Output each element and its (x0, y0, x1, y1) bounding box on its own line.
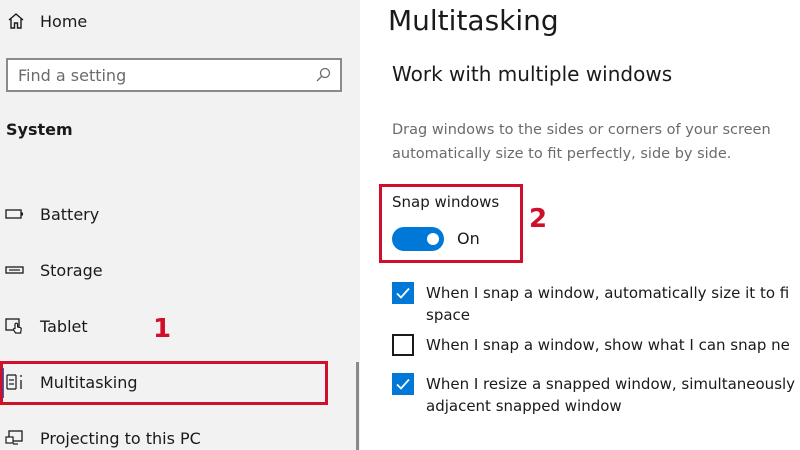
description-line: automatically size to fit perfectly, sid… (392, 146, 732, 162)
description-line: Drag windows to the sides or corners of … (392, 122, 771, 138)
option-auto-size[interactable]: When I snap a window, automatically size… (392, 282, 789, 326)
sidebar-item-label: Battery (40, 204, 100, 224)
sidebar-item-label: Tablet (40, 316, 88, 336)
snap-windows-toggle[interactable] (392, 227, 444, 251)
annotation-number-1: 1 (153, 314, 172, 344)
sidebar-item-storage[interactable]: Storage (0, 250, 330, 290)
snap-windows-label: Snap windows (392, 193, 500, 211)
option-line: When I resize a snapped window, simultan… (426, 375, 796, 393)
option-line: space (426, 306, 471, 324)
option-text: When I snap a window, show what I can sn… (426, 334, 790, 356)
option-line: adjacent snapped window (426, 397, 622, 415)
home-link[interactable]: Home (6, 8, 87, 34)
option-text: When I snap a window, automatically size… (426, 282, 789, 326)
option-text: When I resize a snapped window, simultan… (426, 373, 795, 417)
search-icon[interactable] (314, 66, 332, 84)
multitasking-icon (4, 371, 26, 393)
page-title: Multitasking (388, 4, 559, 37)
tablet-icon (4, 315, 26, 337)
sidebar-item-battery[interactable]: Battery (0, 194, 330, 234)
home-label: Home (40, 11, 88, 31)
checkbox-unchecked[interactable] (392, 334, 414, 356)
sidebar-item-label: Projecting to this PC (40, 428, 201, 448)
sidebar-item-multitasking[interactable]: Multitasking (0, 362, 330, 402)
selection-indicator (0, 368, 4, 398)
checkbox-checked[interactable] (392, 282, 414, 304)
option-show-snap[interactable]: When I snap a window, show what I can sn… (392, 334, 790, 356)
annotation-number-2: 2 (529, 204, 548, 234)
sidebar-item-label: Multitasking (40, 372, 138, 392)
sidebar-item-projecting[interactable]: Projecting to this PC (0, 418, 330, 450)
section-title: System (6, 120, 73, 139)
search-input[interactable] (8, 64, 314, 86)
option-line: When I snap a window, show what I can sn… (426, 336, 790, 354)
search-box (6, 58, 342, 92)
main-content: Multitasking Work with multiple windows … (360, 0, 800, 450)
settings-window: Home System Battery Storage Tablet (0, 0, 800, 450)
battery-icon (4, 203, 26, 225)
checkbox-checked[interactable] (392, 373, 414, 395)
toggle-knob (427, 233, 439, 245)
sidebar-item-label: Storage (40, 260, 103, 280)
storage-icon (4, 259, 26, 281)
option-line: When I snap a window, automatically size… (426, 284, 790, 302)
description: Drag windows to the sides or corners of … (392, 118, 771, 166)
sidebar-scrollbar[interactable] (356, 362, 359, 450)
option-resize-adjacent[interactable]: When I resize a snapped window, simultan… (392, 373, 795, 417)
toggle-state-label: On (457, 229, 480, 248)
sidebar: Home System Battery Storage Tablet (0, 0, 360, 450)
checkmark-icon (396, 287, 410, 299)
section-heading: Work with multiple windows (392, 62, 673, 86)
checkmark-icon (396, 378, 410, 390)
projecting-icon (4, 427, 26, 449)
home-icon (6, 11, 26, 31)
